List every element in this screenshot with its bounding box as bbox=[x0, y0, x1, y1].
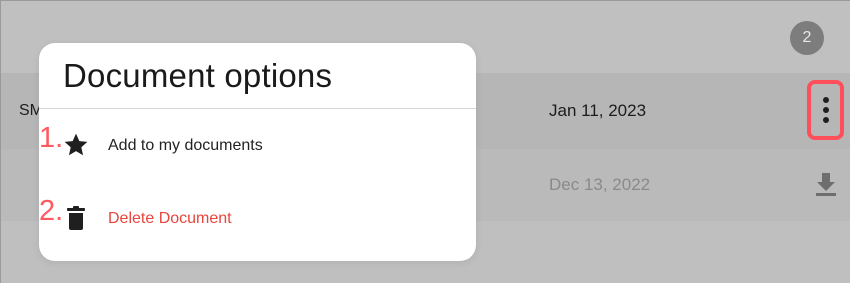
add-to-my-documents-option[interactable]: 1. Add to my documents bbox=[39, 118, 476, 174]
download-button[interactable] bbox=[814, 171, 838, 197]
dialog-divider bbox=[39, 108, 476, 109]
step-marker: 1. bbox=[39, 122, 64, 154]
more-vertical-icon-dot bbox=[822, 117, 829, 123]
delete-document-option[interactable]: 2. Delete Document bbox=[39, 191, 476, 247]
document-options-dialog: Document options 1. Add to my documents … bbox=[39, 43, 476, 261]
count-badge: 2 bbox=[790, 21, 824, 55]
trash-icon bbox=[67, 206, 85, 230]
star-icon bbox=[64, 133, 88, 156]
app-frame: 2 SM Jan 11, 2023 Dec 13, 2022 Document … bbox=[0, 0, 850, 283]
more-vertical-icon bbox=[822, 97, 829, 103]
more-vertical-icon-dot bbox=[822, 107, 829, 113]
step-marker: 2. bbox=[39, 195, 64, 227]
option-label: Delete Document bbox=[108, 210, 232, 227]
download-icon bbox=[816, 173, 836, 196]
dialog-title: Document options bbox=[63, 57, 333, 94]
more-options-button[interactable] bbox=[807, 80, 844, 140]
document-date: Jan 11, 2023 bbox=[549, 101, 647, 120]
document-date: Dec 13, 2022 bbox=[549, 175, 651, 194]
option-label: Add to my documents bbox=[108, 137, 263, 154]
